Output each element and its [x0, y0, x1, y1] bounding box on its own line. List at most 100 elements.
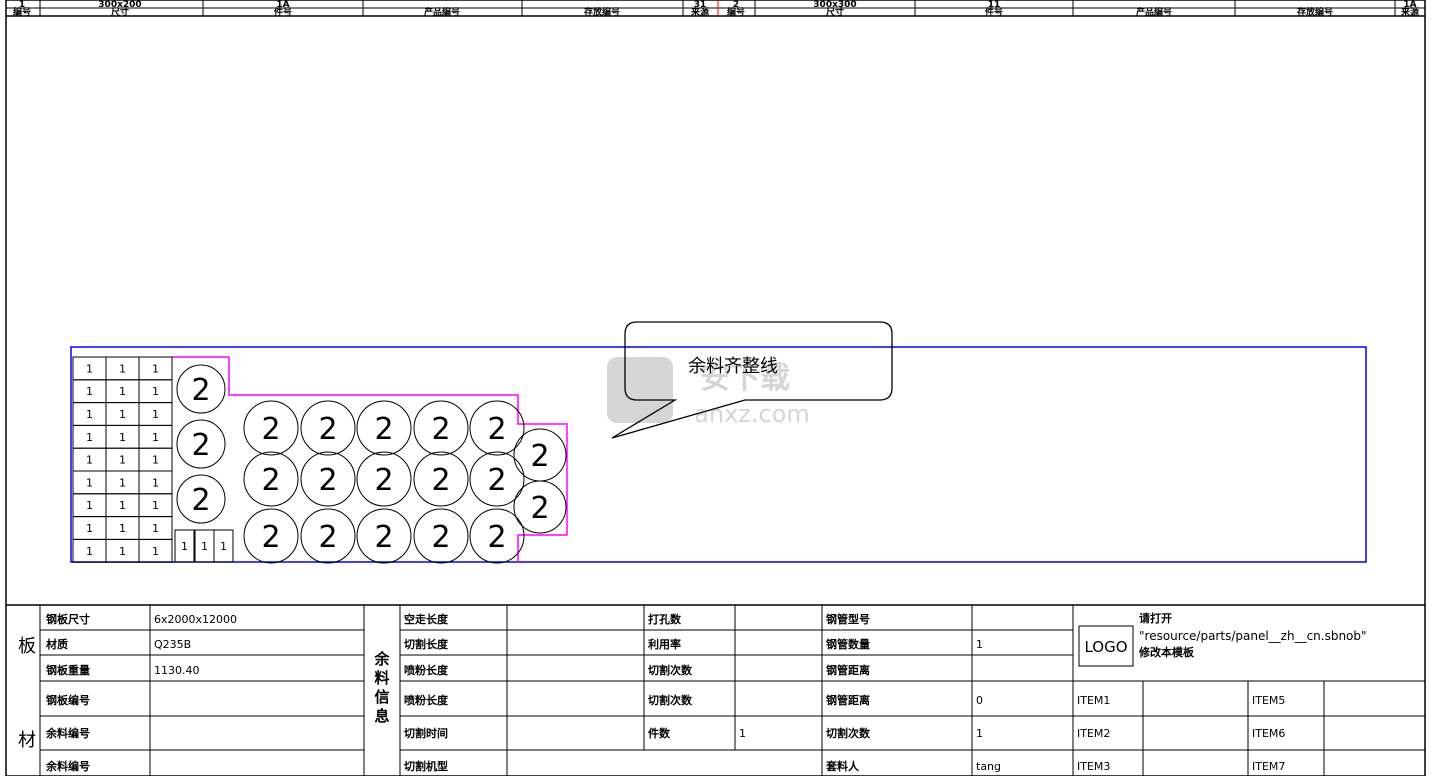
part-label: 1: [201, 540, 208, 553]
part-label: 1: [220, 540, 227, 553]
part-label: 1: [152, 431, 159, 444]
part-label: 2: [318, 463, 337, 498]
part-label: 1: [86, 362, 93, 375]
field-label: 喷粉长度: [404, 693, 449, 707]
square-part: 1: [105, 470, 140, 495]
field-label: 喷粉长度: [404, 663, 449, 677]
field-label: 钢板重量: [46, 663, 90, 677]
column-header: 来源: [1400, 6, 1419, 18]
round-part: 2: [176, 364, 226, 414]
part-label: 2: [530, 439, 549, 474]
field-value: 6x2000x12000: [154, 613, 237, 626]
part-label: 2: [431, 520, 450, 555]
remnant-info-label: 息: [374, 707, 389, 725]
field-label: 切割长度: [404, 637, 449, 651]
field-label: 钢管型号: [826, 612, 870, 626]
part-label: 2: [374, 412, 393, 447]
round-part: 2: [300, 400, 356, 456]
part-label: 1: [119, 385, 126, 398]
round-part: 2: [513, 428, 567, 482]
field-label: 钢管距离: [826, 663, 870, 677]
square-part: 1: [194, 529, 215, 563]
part-label: 1: [86, 408, 93, 421]
field-label: 利用率: [648, 637, 681, 651]
field-label: 钢板尺寸: [46, 612, 90, 626]
square-part: 1: [138, 424, 173, 449]
round-part: 2: [469, 400, 525, 456]
field-value: tang: [976, 760, 1001, 773]
part-label: 2: [261, 412, 280, 447]
field-value: 1: [976, 638, 983, 651]
field-label: 切割机型: [404, 759, 448, 773]
field-value: 0: [976, 694, 983, 707]
square-part: 1: [105, 424, 140, 449]
part-label: 2: [431, 412, 450, 447]
part-label: 2: [318, 520, 337, 555]
part-label: 2: [261, 520, 280, 555]
part-label: 1: [152, 362, 159, 375]
part-label: 1: [152, 499, 159, 512]
column-header: 存放编号: [1297, 6, 1333, 18]
field-value: 1130.40: [154, 664, 200, 677]
info-table: 板 材 余 料 信 息 钢板尺寸 6x2000x12000 材质 Q235B 钢…: [6, 604, 1425, 776]
remnant-info-label: 余: [373, 650, 390, 668]
square-part: 1: [138, 356, 173, 381]
field-label: 材质: [46, 637, 68, 651]
remnant-info-label: 料: [374, 669, 389, 687]
field-value: Q235B: [154, 638, 191, 651]
round-part: 2: [413, 508, 469, 564]
square-part: 1: [72, 356, 107, 381]
field-label: 空走长度: [404, 612, 449, 626]
template-note: 请打开: [1139, 611, 1172, 625]
square-part: 1: [105, 356, 140, 381]
square-part: 1: [138, 470, 173, 495]
part-label: 1: [119, 522, 126, 535]
column-header: 编号: [727, 6, 745, 18]
round-part: 2: [356, 400, 412, 456]
square-part: 1: [138, 493, 173, 518]
side-label-bottom: 材: [18, 730, 36, 751]
part-label: 2: [374, 520, 393, 555]
report-drawing: 1 300x200 1A 31 2 300x300 11 1A 编号 尺寸 件号…: [5, 0, 1426, 777]
field-value: 1: [976, 727, 983, 740]
part-label: 1: [152, 522, 159, 535]
square-part: 1: [105, 379, 140, 404]
part-label: 2: [191, 483, 210, 518]
square-part: 1: [213, 529, 234, 563]
part-label: 1: [119, 476, 126, 489]
part-label: 2: [487, 463, 506, 498]
part-label: 2: [487, 520, 506, 555]
round-part: 2: [243, 400, 299, 456]
square-part: 1: [138, 538, 173, 563]
part-label: 1: [119, 408, 126, 421]
part-label: 1: [119, 431, 126, 444]
round-part: 2: [176, 419, 226, 469]
field-label: 套料人: [826, 759, 860, 773]
square-part: 1: [138, 447, 173, 472]
round-part: 2: [300, 451, 356, 507]
column-header: 编号: [13, 6, 31, 18]
part-label: 2: [191, 373, 210, 408]
square-part: 1: [138, 402, 173, 426]
part-label: 1: [119, 545, 126, 558]
field-label: 打孔数: [648, 612, 682, 626]
nesting-report-canvas: 1 300x200 1A 31 2 300x300 11 1A 编号 尺寸 件号…: [0, 0, 1431, 777]
part-label: 2: [530, 491, 549, 526]
round-part: 2: [513, 480, 567, 534]
square-part: 1: [72, 516, 107, 540]
square-part: 1: [72, 447, 107, 472]
item-label: ITEM6: [1252, 727, 1285, 740]
item-label: ITEM3: [1077, 760, 1110, 773]
field-label: 钢管数量: [826, 637, 870, 651]
part-label: 2: [191, 428, 210, 463]
column-header: 尺寸: [111, 6, 129, 18]
logo: LOGO: [1084, 638, 1127, 656]
column-header: 产品编号: [1136, 6, 1172, 18]
square-part: 1: [72, 493, 107, 518]
part-label: 1: [152, 408, 159, 421]
square-part: 1: [105, 447, 140, 472]
part-label: 1: [152, 454, 159, 467]
part-label: 1: [86, 454, 93, 467]
part-label: 1: [119, 499, 126, 512]
side-label-top: 板: [18, 636, 36, 657]
